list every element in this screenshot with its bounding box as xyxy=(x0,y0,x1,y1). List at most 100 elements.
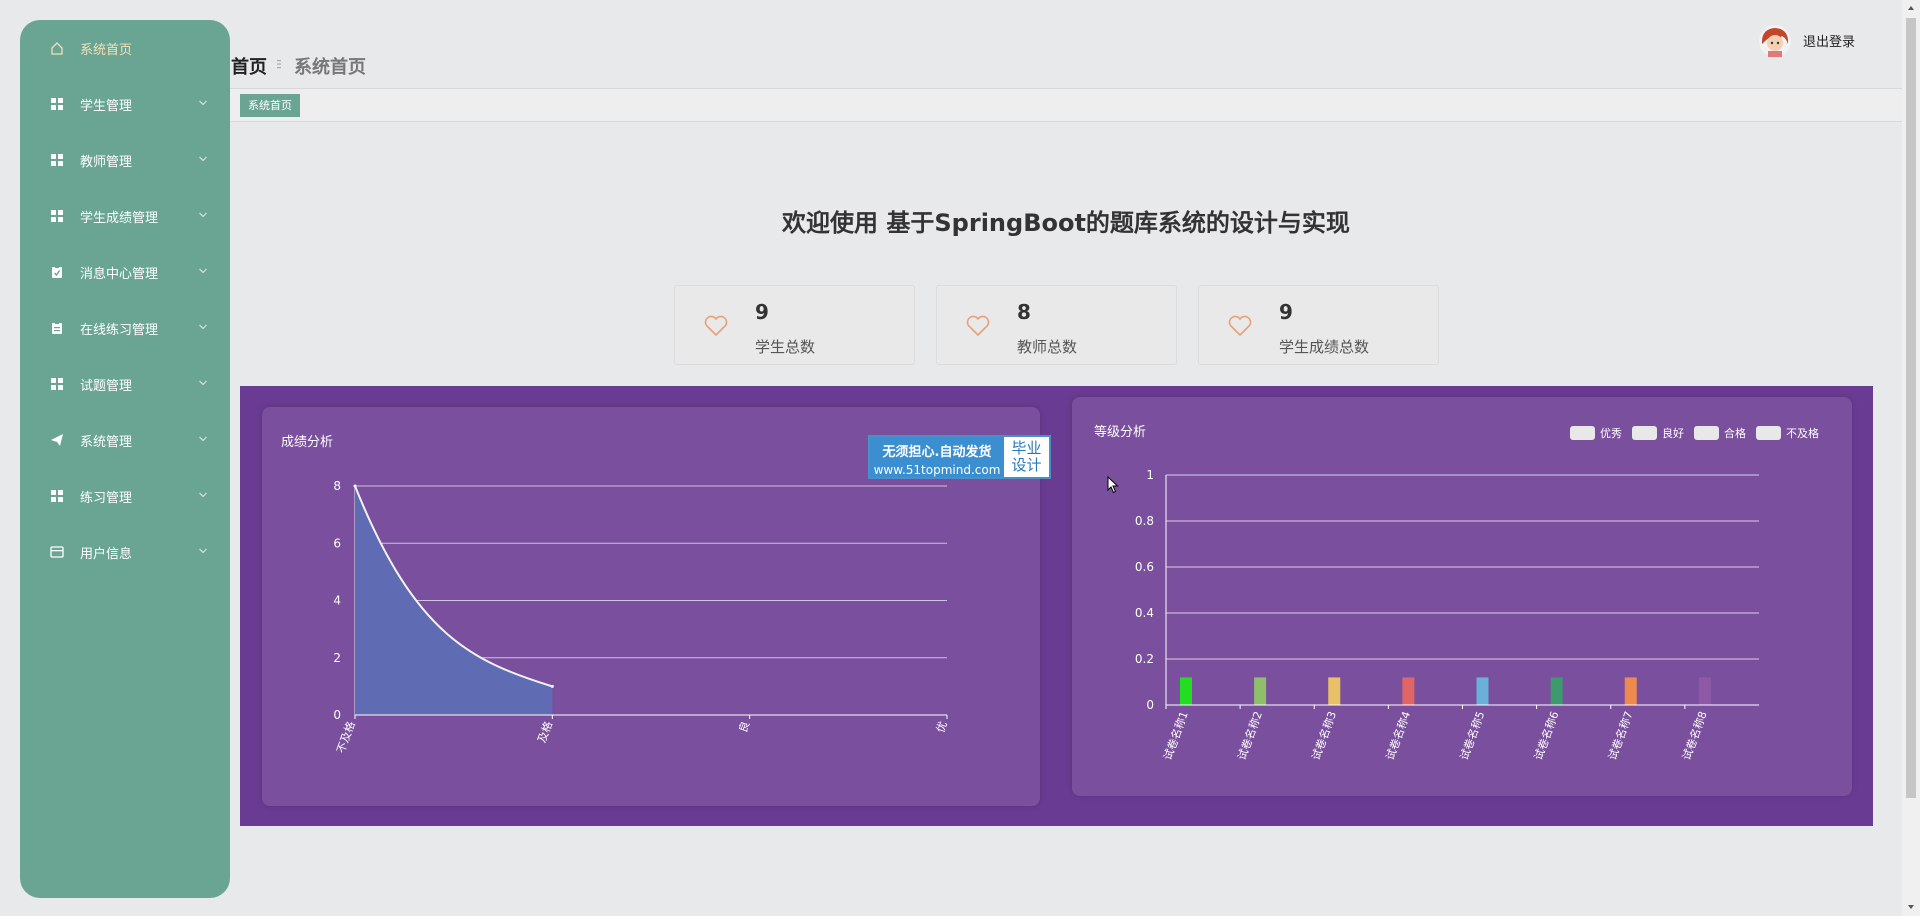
tab-home[interactable]: 系统首页 xyxy=(240,94,300,117)
y-tick-label: 4 xyxy=(333,594,341,608)
sidebar-item[interactable]: 在线练习管理 xyxy=(20,314,230,342)
stat-value: 9 xyxy=(755,300,769,324)
chevron-down-icon xyxy=(199,548,207,554)
bar xyxy=(1550,677,1563,705)
scroll-up-icon[interactable] xyxy=(1906,3,1916,13)
bar xyxy=(1180,677,1192,705)
stat-card-students: 9 学生总数 xyxy=(674,285,915,365)
y-tick-label: 0 xyxy=(1146,698,1154,712)
sidebar-item[interactable]: 系统管理 xyxy=(20,426,230,454)
watermark-line1: 无须担心.自动发货 xyxy=(882,445,992,460)
grid-icon xyxy=(51,154,63,166)
sidebar-item[interactable]: 教师管理 xyxy=(20,146,230,174)
sidebar-item-label: 系统首页 xyxy=(80,42,133,58)
stat-card-teachers: 8 教师总数 xyxy=(936,285,1177,365)
x-tick-label: 良 xyxy=(736,719,753,734)
bar xyxy=(1624,677,1637,705)
mouse-cursor-icon xyxy=(1107,476,1119,494)
top-bar xyxy=(230,0,1902,88)
x-tick-label: 及格 xyxy=(534,719,555,744)
x-tick-label: 试卷名称4 xyxy=(1383,709,1414,762)
stat-card-scores: 9 学生成绩总数 xyxy=(1198,285,1439,365)
bar xyxy=(1402,677,1415,705)
data-point xyxy=(550,684,554,688)
legend-label[interactable]: 不及格 xyxy=(1786,425,1819,441)
legend-swatch[interactable] xyxy=(1570,426,1595,440)
sidebar-item[interactable]: 试题管理 xyxy=(20,370,230,398)
x-tick-label: 试卷名称7 xyxy=(1605,709,1636,762)
x-tick-label: 试卷名称1 xyxy=(1160,709,1191,762)
legend-swatch[interactable] xyxy=(1694,426,1719,440)
sidebar-item-label: 练习管理 xyxy=(80,490,133,506)
bar xyxy=(1328,677,1341,705)
sidebar-item-label: 系统管理 xyxy=(80,434,133,450)
y-tick-label: 0.2 xyxy=(1135,652,1154,666)
sidebar-item-label: 学生管理 xyxy=(80,98,133,114)
chevron-down-icon xyxy=(199,268,207,274)
breadcrumb-current: 系统首页 xyxy=(294,57,366,78)
y-tick-label: 0.8 xyxy=(1135,514,1154,528)
sidebar-item[interactable]: 学生成绩管理 xyxy=(20,202,230,230)
sidebar-item-label: 学生成绩管理 xyxy=(80,210,159,226)
x-tick-label: 试卷名称8 xyxy=(1679,709,1710,762)
y-tick-label: 0.6 xyxy=(1135,560,1154,574)
heart-icon xyxy=(966,315,990,336)
chevron-down-icon xyxy=(199,100,207,106)
watermark-badge-line1: 毕业 xyxy=(1011,439,1042,457)
chart-legend: 优秀 良好 合格 不及格 xyxy=(1570,425,1819,441)
x-tick-label: 试卷名称6 xyxy=(1531,709,1562,762)
sidebar-item-label: 在线练习管理 xyxy=(80,322,159,338)
watermark-line2: www.51topmind.com xyxy=(873,463,1001,477)
clipboard-icon xyxy=(52,322,62,334)
sidebar-item-label: 试题管理 xyxy=(80,378,133,394)
watermark-badge-line2: 设计 xyxy=(1011,456,1042,474)
logout-button[interactable]: 退出登录 xyxy=(1803,31,1855,50)
stat-label: 学生总数 xyxy=(755,338,816,356)
grid-icon xyxy=(51,210,63,222)
avatar[interactable] xyxy=(1758,24,1792,58)
sidebar-item[interactable]: 用户信息 xyxy=(20,538,230,566)
bar xyxy=(1698,677,1711,705)
sidebar-item[interactable]: 系统首页 xyxy=(20,34,230,62)
legend-swatch[interactable] xyxy=(1756,426,1781,440)
breadcrumb-home[interactable]: 首页 xyxy=(231,53,267,79)
watermark-text: 无须担心.自动发货 www.51topmind.com xyxy=(870,437,1004,477)
watermark-badge[interactable]: 无须担心.自动发货 www.51topmind.com 毕业 设计 xyxy=(868,435,1051,479)
home-icon xyxy=(51,42,63,55)
y-tick-label: 8 xyxy=(333,479,341,493)
x-tick-label: 不及格 xyxy=(333,719,357,755)
x-tick-label: 试卷名称2 xyxy=(1234,709,1265,762)
card-icon xyxy=(50,546,64,558)
clipboard-check-icon xyxy=(52,266,62,278)
sidebar-item[interactable]: 学生管理 xyxy=(20,90,230,118)
stat-value: 9 xyxy=(1279,300,1293,324)
y-tick-label: 1 xyxy=(1146,468,1154,482)
grid-icon xyxy=(51,378,63,390)
sidebar-item-label: 消息中心管理 xyxy=(80,266,159,282)
grade-analysis-chart: 0 0.2 0.4 0.6 0.8 1 试卷名称1 试卷名称2 试卷名称3 试卷名称4 试卷名称5 试… xyxy=(1135,468,1759,762)
x-tick-label: 优 xyxy=(934,720,950,735)
bar xyxy=(1476,677,1489,705)
page-scrollbar[interactable] xyxy=(1902,0,1920,916)
chevron-down-icon xyxy=(199,492,207,498)
y-tick-label: 0 xyxy=(333,708,341,722)
sidebar-item[interactable]: 练习管理 xyxy=(20,482,230,510)
sidebar-item[interactable]: 消息中心管理 xyxy=(20,258,230,286)
scroll-down-icon[interactable] xyxy=(1906,902,1916,912)
stat-label: 教师总数 xyxy=(1017,338,1078,356)
sidebar-item-label: 教师管理 xyxy=(80,154,133,170)
legend-swatch[interactable] xyxy=(1632,426,1657,440)
chevron-down-icon xyxy=(199,212,207,218)
legend-label[interactable]: 合格 xyxy=(1724,425,1746,441)
data-point xyxy=(353,484,357,488)
welcome-title: 欢迎使用 基于SpringBoot的题库系统的设计与实现 xyxy=(782,209,1350,237)
heart-icon xyxy=(704,315,728,336)
legend-label[interactable]: 良好 xyxy=(1662,425,1684,441)
y-tick-label: 0.4 xyxy=(1135,606,1154,620)
watermark-badge-text: 毕业 设计 xyxy=(1004,437,1049,477)
send-icon xyxy=(51,434,63,446)
stat-label: 学生成绩总数 xyxy=(1279,338,1370,356)
grid-icon xyxy=(51,490,63,502)
scrollbar-thumb[interactable] xyxy=(1906,18,1916,798)
legend-label[interactable]: 优秀 xyxy=(1600,425,1622,441)
